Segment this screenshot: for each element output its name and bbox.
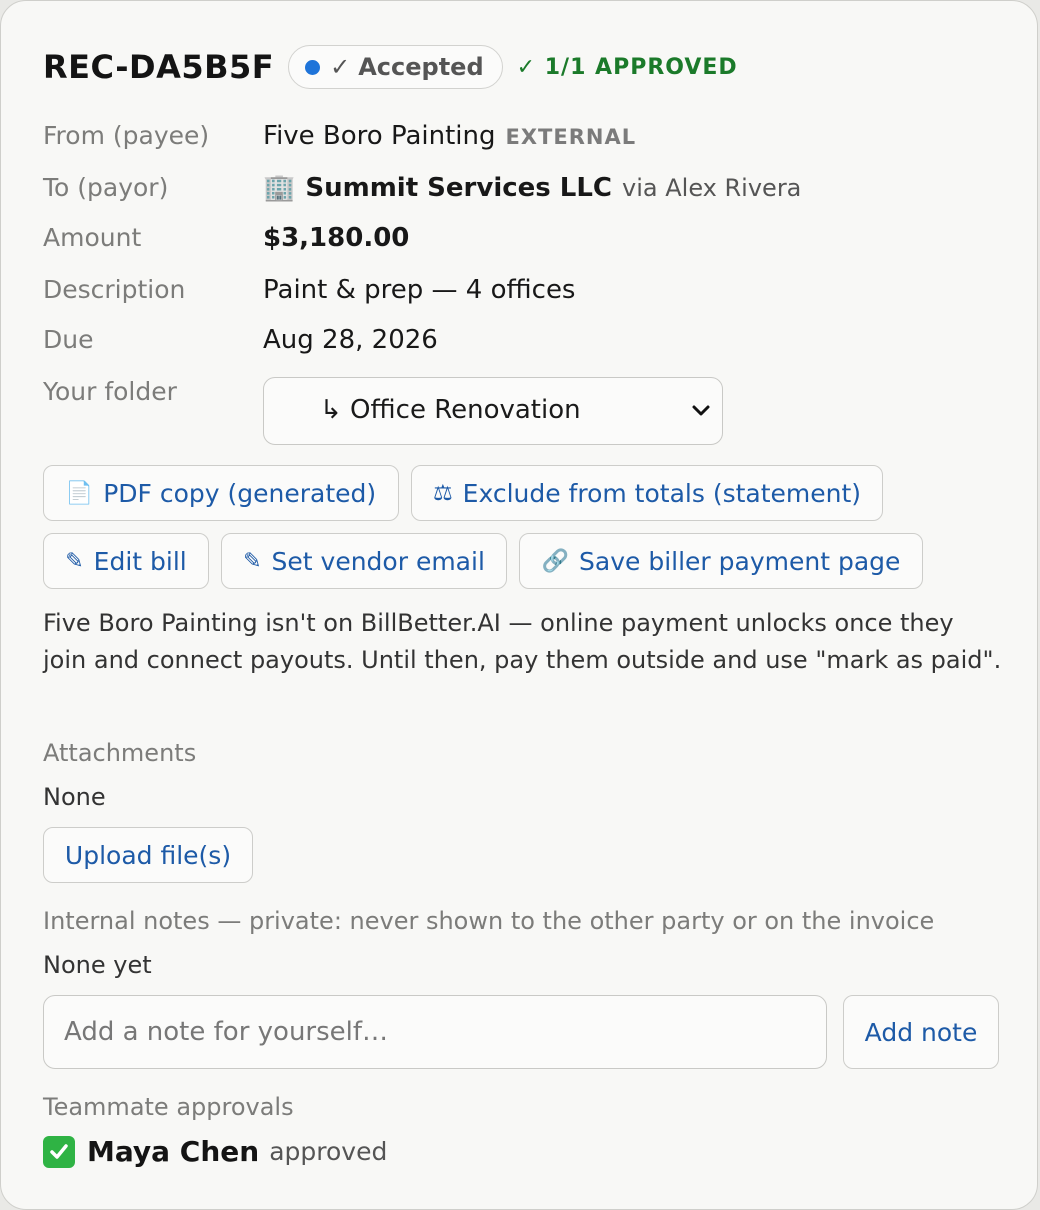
- from-label: From (payee): [43, 121, 210, 150]
- record-id: REC-DA5B5F: [43, 48, 275, 86]
- from-row: From (payee) Five Boro Painting EXTERNAL: [43, 121, 636, 151]
- approval-count-badge: ✓ 1/1 APPROVED: [516, 54, 738, 80]
- scale-icon: ⚖: [432, 480, 453, 506]
- attachments-value: None: [43, 783, 106, 811]
- set-vendor-email-label: Set vendor email: [271, 546, 485, 576]
- edit-bill-button[interactable]: ✎ Edit bill: [43, 533, 209, 589]
- edit-bill-label: Edit bill: [93, 546, 187, 576]
- amount-label: Amount: [43, 223, 142, 252]
- teammate-approvals-label: Teammate approvals: [43, 1093, 294, 1121]
- payment-notice: Five Boro Painting isn't on BillBetter.A…: [43, 609, 1002, 674]
- document-icon: 📄: [65, 480, 94, 506]
- amount-value: $3,180.00: [263, 223, 410, 253]
- approver-status: approved: [269, 1137, 388, 1166]
- add-note-label: Add note: [864, 1017, 978, 1047]
- approver-row: Maya Chen approved: [43, 1135, 387, 1168]
- bill-header: REC-DA5B5F ✓ Accepted ✓ 1/1 APPROVED: [43, 45, 738, 89]
- folder-row: Your folder: [43, 377, 263, 406]
- folder-label: Your folder: [43, 377, 177, 406]
- internal-notes-value: None yet: [43, 951, 152, 979]
- check-mark-icon: [43, 1135, 75, 1168]
- attachments-label: Attachments: [43, 739, 197, 767]
- due-row: Due Aug 28, 2026: [43, 325, 438, 355]
- status-badge: ✓ Accepted: [288, 45, 503, 89]
- bill-detail-card: REC-DA5B5F ✓ Accepted ✓ 1/1 APPROVED Fro…: [0, 0, 1038, 1210]
- exclude-label: Exclude from totals (statement): [462, 478, 862, 508]
- approver-name: Maya Chen: [87, 1135, 260, 1168]
- set-vendor-email-button[interactable]: ✎ Set vendor email: [221, 533, 507, 589]
- check-mark-glyph: [50, 1143, 68, 1159]
- save-biller-page-label: Save biller payment page: [579, 546, 901, 576]
- external-tag: EXTERNAL: [505, 125, 637, 149]
- pencil-icon: ✎: [65, 548, 84, 574]
- check-icon: ✓: [330, 53, 351, 81]
- due-date: Aug 28, 2026: [263, 325, 438, 355]
- description-row: Description Paint & prep — 4 offices: [43, 275, 575, 305]
- description-label: Description: [43, 275, 186, 304]
- link-icon: 🔗: [541, 548, 570, 574]
- building-icon: 🏢: [263, 173, 296, 203]
- folder-selected-value: ↳ Office Renovation: [320, 395, 581, 425]
- add-note-button[interactable]: Add note: [843, 995, 999, 1069]
- pencil-icon: ✎: [243, 548, 262, 574]
- description-value: Paint & prep — 4 offices: [263, 275, 576, 305]
- upload-files-button[interactable]: Upload file(s): [43, 827, 253, 883]
- pdf-copy-label: PDF copy (generated): [103, 478, 377, 508]
- payor-name: Summit Services LLC: [305, 173, 613, 203]
- payor-via: via Alex Rivera: [622, 174, 802, 202]
- note-input[interactable]: [43, 995, 827, 1069]
- pdf-copy-button[interactable]: 📄 PDF copy (generated): [43, 465, 399, 521]
- payee-name: Five Boro Painting: [263, 121, 496, 151]
- upload-files-label: Upload file(s): [64, 840, 232, 870]
- internal-notes-label: Internal notes — private: never shown to…: [43, 907, 935, 935]
- status-dot-icon: [305, 59, 321, 75]
- folder-select[interactable]: ↳ Office Renovation: [263, 377, 723, 445]
- save-biller-page-button[interactable]: 🔗 Save biller payment page: [519, 533, 923, 589]
- chevron-down-icon: [692, 405, 710, 416]
- exclude-from-totals-button[interactable]: ⚖ Exclude from totals (statement): [411, 465, 883, 521]
- status-label: Accepted: [358, 53, 484, 81]
- to-label: To (payor): [43, 173, 169, 202]
- due-label: Due: [43, 325, 94, 354]
- to-row: To (payor) 🏢 Summit Services LLC via Ale…: [43, 173, 801, 203]
- amount-row: Amount $3,180.00: [43, 223, 409, 253]
